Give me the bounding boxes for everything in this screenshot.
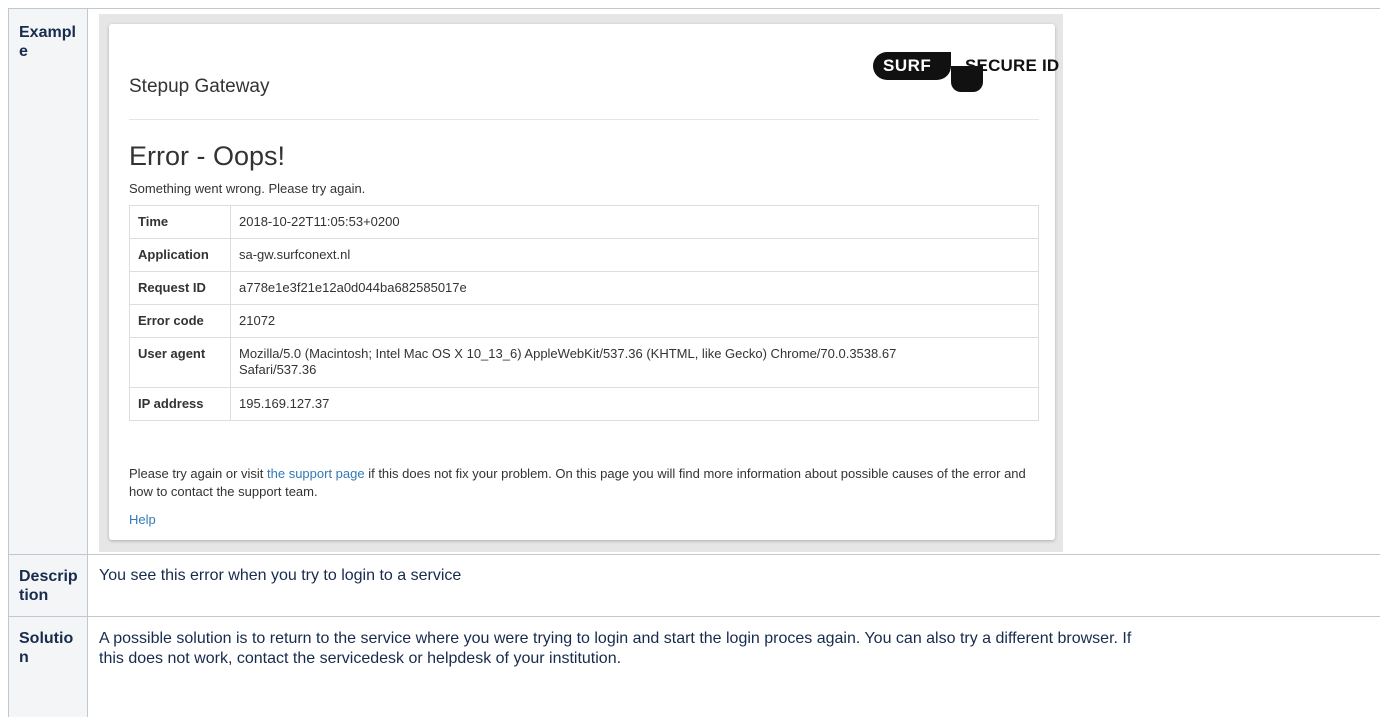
solution-cell: A possible solution is to return to the … xyxy=(99,630,1132,667)
example-cell: Stepup Gateway SURF SECURE ID Error - Oo… xyxy=(88,9,1380,554)
help-link[interactable]: Help xyxy=(129,512,156,527)
example-header: Example xyxy=(8,9,88,554)
logo-surf-text: SURF xyxy=(883,56,932,75)
error-card: Stepup Gateway SURF SECURE ID Error - Oo… xyxy=(109,24,1059,540)
info-key: Error code xyxy=(129,304,231,338)
info-key: IP address xyxy=(129,387,231,421)
info-value: 21072 xyxy=(230,304,1039,338)
info-value: a778e1e3f21e12a0d044ba682585017e xyxy=(230,271,1039,305)
info-row-application: Application sa-gw.surfconext.nl xyxy=(129,238,1039,272)
description-row: Description You see this error when you … xyxy=(8,555,1380,617)
error-subtitle: Something went wrong. Please try again. xyxy=(129,181,366,196)
logo-surf-badge: SURF xyxy=(873,52,951,80)
info-row-time: Time 2018-10-22T11:05:53+0200 xyxy=(129,205,1039,239)
info-row-ip-address: IP address 195.169.127.37 xyxy=(129,387,1039,421)
info-key: Time xyxy=(129,205,231,239)
info-value: 2018-10-22T11:05:53+0200 xyxy=(230,205,1039,239)
info-key: User agent xyxy=(129,337,231,388)
info-value: sa-gw.surfconext.nl xyxy=(230,238,1039,272)
error-info-table: Time 2018-10-22T11:05:53+0200 Applicatio… xyxy=(129,205,1039,421)
error-title: Error - Oops! xyxy=(129,141,286,171)
gateway-title: Stepup Gateway xyxy=(129,76,270,97)
documentation-table: Example Stepup Gateway SURF SECURE ID Er… xyxy=(8,8,1380,717)
description-cell: You see this error when you try to login… xyxy=(99,567,462,584)
solution-header: Solution xyxy=(8,617,88,717)
info-value: Mozilla/5.0 (Macintosh; Intel Mac OS X 1… xyxy=(230,337,1039,388)
info-row-request-id: Request ID a778e1e3f21e12a0d044ba6825850… xyxy=(129,271,1039,305)
info-row-user-agent: User agent Mozilla/5.0 (Macintosh; Intel… xyxy=(129,337,1039,388)
footer-text-before: Please try again or visit xyxy=(129,466,268,481)
solution-row: Solution A possible solution is to retur… xyxy=(8,617,1380,717)
info-key: Request ID xyxy=(129,271,231,305)
logo-secure-text: SECURE ID xyxy=(965,56,1060,75)
example-row: Example Stepup Gateway SURF SECURE ID Er… xyxy=(8,9,1380,555)
header-divider xyxy=(129,119,1039,120)
description-header: Description xyxy=(8,555,88,616)
support-page-link[interactable]: the support page xyxy=(267,466,365,481)
info-row-error-code: Error code 21072 xyxy=(129,304,1039,338)
error-footer-text: Please try again or visit the support pa… xyxy=(129,465,1039,501)
info-key: Application xyxy=(129,238,231,272)
info-value: 195.169.127.37 xyxy=(230,387,1039,421)
error-screenshot: Stepup Gateway SURF SECURE ID Error - Oo… xyxy=(99,14,1063,552)
